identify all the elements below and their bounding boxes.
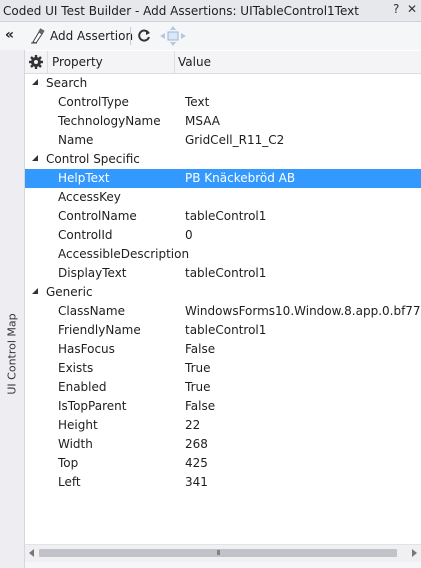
- property-name: ClassName: [58, 304, 125, 318]
- property-name: TechnologyName: [58, 114, 161, 128]
- property-value[interactable]: MSAA: [185, 114, 220, 128]
- ui-control-map-tab[interactable]: UI Control Map: [3, 306, 21, 402]
- grid-header: Property Value: [25, 51, 421, 74]
- property-value[interactable]: tableControl1: [185, 209, 266, 223]
- move-crosshair-icon: [160, 26, 186, 46]
- property-row[interactable]: Name GridCell_R11_C2: [25, 131, 421, 150]
- property-row[interactable]: IsTopParent False: [25, 397, 421, 416]
- property-name: Name: [58, 133, 94, 147]
- property-name: ControlId: [58, 228, 113, 242]
- property-name: IsTopParent: [58, 399, 127, 413]
- close-icon[interactable]: ✕: [407, 2, 417, 16]
- property-name: HasFocus: [58, 342, 115, 356]
- header-divider: [47, 51, 48, 73]
- category-row[interactable]: Generic: [25, 283, 421, 302]
- property-name: ControlType: [58, 95, 129, 109]
- property-row[interactable]: AccessibleDescription: [25, 245, 421, 264]
- bottom-padding: [25, 562, 421, 568]
- property-name: HelpText: [58, 171, 110, 185]
- refresh-icon: [138, 29, 150, 42]
- property-row[interactable]: Left 341: [25, 473, 421, 492]
- category-row[interactable]: Control Specific: [25, 150, 421, 169]
- property-value[interactable]: 268: [185, 437, 208, 451]
- move-crosshair-button[interactable]: [158, 26, 188, 49]
- window-title: Coded UI Test Builder - Add Assertions: …: [3, 3, 359, 18]
- add-assertion-label: Add Assertion: [50, 29, 134, 43]
- scrollbar-thumb[interactable]: III: [39, 549, 397, 557]
- property-row[interactable]: Exists True: [25, 359, 421, 378]
- property-name: Exists: [58, 361, 94, 375]
- property-row[interactable]: ClassName WindowsForms10.Window.8.app.0.b…: [25, 302, 421, 321]
- property-rows: Search ControlType Text TechnologyName MSAA N…: [25, 74, 421, 492]
- property-value[interactable]: False: [185, 399, 215, 413]
- expand-arrow-icon[interactable]: [32, 79, 38, 85]
- property-name: FriendlyName: [58, 323, 141, 337]
- add-assertion-icon: [31, 28, 45, 44]
- property-row[interactable]: Height 22: [25, 416, 421, 435]
- property-name: AccessibleDescription: [58, 247, 190, 261]
- collapse-map-button[interactable]: «: [5, 27, 14, 43]
- property-name: Enabled: [58, 380, 107, 394]
- property-row[interactable]: Enabled True: [25, 378, 421, 397]
- property-value[interactable]: 22: [185, 418, 200, 432]
- help-icon[interactable]: ?: [393, 2, 399, 16]
- property-row[interactable]: HasFocus False: [25, 340, 421, 359]
- scrollbar-grip: III: [216, 549, 220, 557]
- expand-arrow-icon[interactable]: [32, 288, 38, 294]
- category-name: Generic: [46, 285, 93, 299]
- property-value[interactable]: 425: [185, 456, 208, 470]
- property-row[interactable]: TechnologyName MSAA: [25, 112, 421, 131]
- property-name: Left: [58, 475, 81, 489]
- scroll-left-icon[interactable]: [29, 549, 34, 557]
- property-row[interactable]: Width 268: [25, 435, 421, 454]
- property-row[interactable]: HelpText PB Knäckebröd AB: [25, 169, 421, 188]
- property-row[interactable]: FriendlyName tableControl1: [25, 321, 421, 340]
- property-value[interactable]: 341: [185, 475, 208, 489]
- property-value[interactable]: True: [185, 361, 211, 375]
- add-assertion-button[interactable]: Add Assertion: [27, 26, 136, 46]
- toolbar: « Add Assertion: [0, 22, 421, 50]
- property-name: DisplayText: [58, 266, 127, 280]
- property-row[interactable]: AccessKey: [25, 188, 421, 207]
- category-row[interactable]: Search: [25, 74, 421, 93]
- horizontal-scrollbar[interactable]: III: [25, 544, 421, 562]
- property-value[interactable]: False: [185, 342, 215, 356]
- property-value[interactable]: 0: [185, 228, 193, 242]
- gear-icon[interactable]: [28, 54, 44, 73]
- property-column-header[interactable]: Property: [52, 55, 103, 69]
- property-value[interactable]: WindowsForms10.Window.8.app.0.bf7771_r1: [185, 304, 421, 318]
- refresh-button[interactable]: [136, 28, 152, 47]
- property-grid: Property Value Search ControlType Text Tech…: [25, 51, 421, 544]
- property-row[interactable]: ControlType Text: [25, 93, 421, 112]
- toolbar-separator: [130, 27, 131, 45]
- expand-arrow-icon[interactable]: [32, 155, 38, 161]
- property-value[interactable]: Text: [185, 95, 209, 109]
- property-row[interactable]: ControlName tableControl1: [25, 207, 421, 226]
- property-value[interactable]: GridCell_R11_C2: [185, 133, 284, 147]
- property-value[interactable]: True: [185, 380, 211, 394]
- column-splitter[interactable]: [174, 51, 175, 73]
- property-row[interactable]: ControlId 0: [25, 226, 421, 245]
- category-name: Control Specific: [46, 152, 140, 166]
- property-value[interactable]: PB Knäckebröd AB: [185, 171, 295, 185]
- property-name: Width: [58, 437, 93, 451]
- property-name: ControlName: [58, 209, 137, 223]
- property-name: Top: [58, 456, 79, 470]
- property-row[interactable]: Top 425: [25, 454, 421, 473]
- property-value[interactable]: tableControl1: [185, 266, 266, 280]
- property-name: Height: [58, 418, 98, 432]
- value-column-header[interactable]: Value: [178, 55, 211, 69]
- property-value[interactable]: tableControl1: [185, 323, 266, 337]
- title-bar: Coded UI Test Builder - Add Assertions: …: [0, 0, 421, 22]
- property-name: AccessKey: [58, 190, 121, 204]
- scroll-right-icon[interactable]: [412, 549, 417, 557]
- property-row[interactable]: DisplayText tableControl1: [25, 264, 421, 283]
- ui-control-map-label: UI Control Map: [5, 313, 19, 395]
- ui-control-map-strip: UI Control Map: [0, 50, 25, 568]
- category-name: Search: [46, 76, 88, 90]
